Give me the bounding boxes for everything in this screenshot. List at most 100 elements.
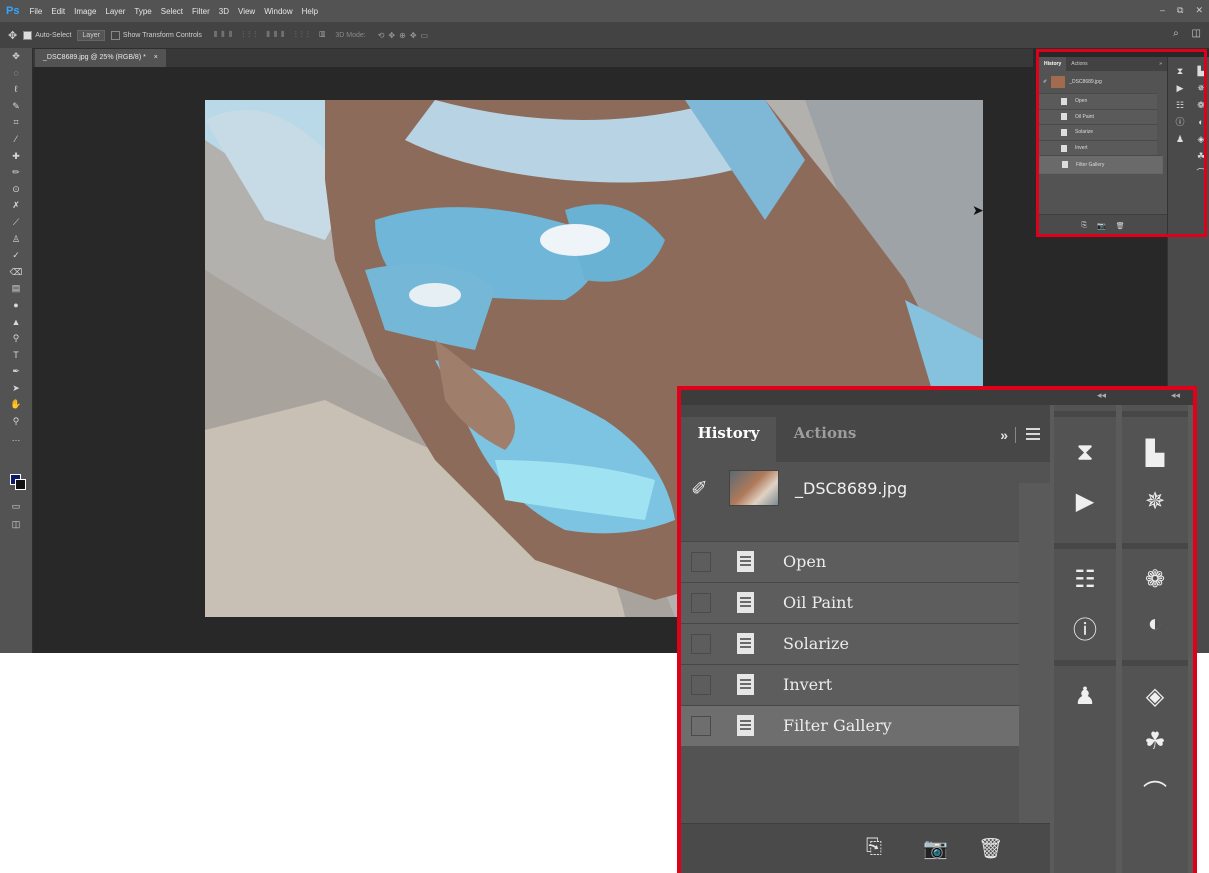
quick-mask-icon[interactable]: ▭ [0, 498, 32, 515]
expand-panels-icon[interactable]: » [1000, 427, 1008, 443]
mini-properties-icon[interactable]: ☷ [1172, 97, 1188, 114]
move-tool-preset-icon[interactable]: ✥ [8, 29, 17, 42]
history-brush-source-icon[interactable]: ✐ [691, 476, 721, 501]
history-snapshot-row[interactable]: ✐ _DSC8689.jpg [681, 462, 1021, 514]
history-state-solarize[interactable]: Solarize [681, 623, 1019, 664]
brush-tool-icon[interactable]: ✏ [0, 164, 32, 181]
restore-button[interactable]: ⧉ [1177, 5, 1183, 16]
collapse-panel-icon[interactable]: ◂◂ [1097, 390, 1106, 401]
mini-play-actions-icon[interactable]: ▶ [1172, 80, 1188, 97]
navigator-icon[interactable]: ✵ [1122, 487, 1188, 516]
show-transform-checkbox[interactable] [110, 30, 120, 40]
mini-history-icon[interactable]: ⧗ [1172, 63, 1188, 80]
history-state-open[interactable]: Open [681, 541, 1019, 582]
hand-tool-icon[interactable]: ✋ [0, 396, 32, 413]
marquee-tool-icon[interactable]: ◌ [0, 65, 32, 82]
history-source-checkbox[interactable] [691, 675, 711, 695]
3d-mode-icons[interactable]: ⟲✥⊕✥▭ [378, 31, 432, 40]
menu-window[interactable]: Window [264, 7, 292, 16]
properties-icon[interactable]: ☷ [1054, 565, 1116, 594]
zoom-tool-icon[interactable]: ⚲ [0, 413, 32, 430]
mini-snapshot-row[interactable]: ✐ _DSC8689.jpg [1039, 71, 1167, 93]
eraser-tool-icon[interactable]: ⟋ [0, 214, 32, 231]
mini-info-icon[interactable]: ⓘ [1172, 114, 1188, 131]
menu-view[interactable]: View [238, 7, 255, 16]
mini-camera-icon[interactable]: 📷 [1097, 222, 1106, 230]
adjustments-icon[interactable]: ◐ [1122, 610, 1188, 638]
type-tool-icon[interactable]: T [0, 347, 32, 364]
quick-select-tool-icon[interactable]: ✎ [0, 98, 32, 115]
create-snapshot-icon[interactable]: 📷 [923, 836, 948, 861]
history-icon[interactable]: ⧗ [1054, 439, 1116, 467]
color-swatches[interactable] [10, 474, 26, 490]
mini-history-state[interactable]: Filter Gallery [1039, 155, 1163, 174]
history-state-oil-paint[interactable]: Oil Paint [681, 582, 1019, 623]
crop-tool-icon[interactable]: ⌗ [0, 114, 32, 131]
paths-icon[interactable]: ⌒ [1122, 773, 1188, 808]
menu-image[interactable]: Image [74, 7, 96, 16]
tab-history[interactable]: History [681, 417, 776, 462]
mini-new-document-icon[interactable]: ⎘ [1081, 222, 1087, 230]
mini-tab-history[interactable]: History [1039, 57, 1067, 71]
dock-grip[interactable] [1054, 660, 1116, 666]
mini-libraries-icon[interactable]: ❁ [1194, 97, 1208, 114]
dock-grip[interactable] [1122, 660, 1188, 666]
mini-tab-actions[interactable]: Actions [1066, 61, 1092, 67]
history-source-checkbox[interactable] [691, 716, 711, 736]
history-brush-tool-icon[interactable]: ✗ [0, 197, 32, 214]
document-tab[interactable]: _DSC8689.jpg @ 25% (RGB/8) * × [35, 49, 166, 67]
mini-channels-icon[interactable]: ☘ [1194, 148, 1208, 165]
dock-grip[interactable] [1122, 543, 1188, 549]
path-select-tool-icon[interactable]: ➤ [0, 380, 32, 397]
more-tools-icon[interactable]: … [0, 430, 32, 447]
healing-brush-tool-icon[interactable]: ✚ [0, 148, 32, 165]
mini-paths-icon[interactable]: ⌒ [1194, 165, 1208, 182]
menu-edit[interactable]: Edit [51, 7, 65, 16]
stamp-tool-icon[interactable]: ♙ [0, 231, 32, 248]
mini-clone-source-icon[interactable]: ♟ [1172, 131, 1188, 148]
mini-trash-icon[interactable]: 🗑 [1116, 222, 1125, 230]
mini-more-icon[interactable]: » [1154, 61, 1167, 67]
clone-source-icon[interactable]: ♟ [1054, 682, 1116, 711]
eyedropper-tool-icon[interactable]: ⁄ [0, 131, 32, 148]
auto-select-checkbox[interactable] [23, 30, 33, 40]
history-source-checkbox[interactable] [691, 593, 711, 613]
background-eraser-tool-icon[interactable]: ⌫ [0, 264, 32, 281]
info-icon[interactable]: ⓘ [1054, 610, 1116, 645]
dock-grip[interactable] [1054, 543, 1116, 549]
lasso-tool-icon[interactable]: ℓ [0, 81, 32, 98]
search-icon[interactable]: ⌕ [1173, 28, 1179, 39]
minimize-button[interactable]: – [1160, 5, 1165, 16]
close-window-button[interactable]: ✕ [1195, 5, 1203, 16]
mini-layers-icon[interactable]: ◈ [1194, 131, 1208, 148]
auto-select-option[interactable]: Auto-Select [23, 30, 71, 40]
menu-layer[interactable]: Layer [105, 7, 125, 16]
menu-type[interactable]: Type [134, 7, 151, 16]
layers-icon[interactable]: ◈ [1122, 682, 1188, 711]
tab-actions[interactable]: Actions [776, 417, 874, 462]
move-tool-icon[interactable]: ✥ [0, 48, 32, 65]
new-document-from-state-icon[interactable]: ⎘ [866, 836, 882, 859]
mini-history-state[interactable]: Oil Paint [1039, 108, 1157, 125]
play-actions-icon[interactable]: ▶ [1054, 487, 1116, 516]
libraries-icon[interactable]: ❁ [1122, 565, 1188, 594]
clone-stamp-tool-icon[interactable]: ⊙ [0, 181, 32, 198]
sharpen-tool-icon[interactable]: ▲ [0, 314, 32, 331]
menu-filter[interactable]: Filter [192, 7, 210, 16]
mini-histogram-icon[interactable]: ▙ [1194, 63, 1208, 80]
dock-grip[interactable] [1122, 411, 1188, 417]
menu-select[interactable]: Select [161, 7, 183, 16]
history-state-filter-gallery[interactable]: Filter Gallery [681, 705, 1019, 746]
blur-tool-icon[interactable]: ● [0, 297, 32, 314]
collapse-panel-icon[interactable]: ◂◂ [1171, 390, 1180, 401]
background-color-swatch[interactable] [15, 479, 26, 490]
screen-mode-icon[interactable]: ◫ [0, 516, 32, 533]
pen-tool-icon[interactable]: ✒ [0, 363, 32, 380]
gradient-tool-icon[interactable]: ▤ [0, 280, 32, 297]
close-document-icon[interactable]: × [154, 54, 158, 61]
dodge-tool-icon[interactable]: ⚲ [0, 330, 32, 347]
mini-history-state[interactable]: Solarize [1039, 124, 1157, 140]
delete-state-icon[interactable]: 🗑 [978, 836, 1003, 861]
pattern-tool-icon[interactable]: ✓ [0, 247, 32, 264]
panel-menu-icon[interactable] [1026, 428, 1040, 443]
